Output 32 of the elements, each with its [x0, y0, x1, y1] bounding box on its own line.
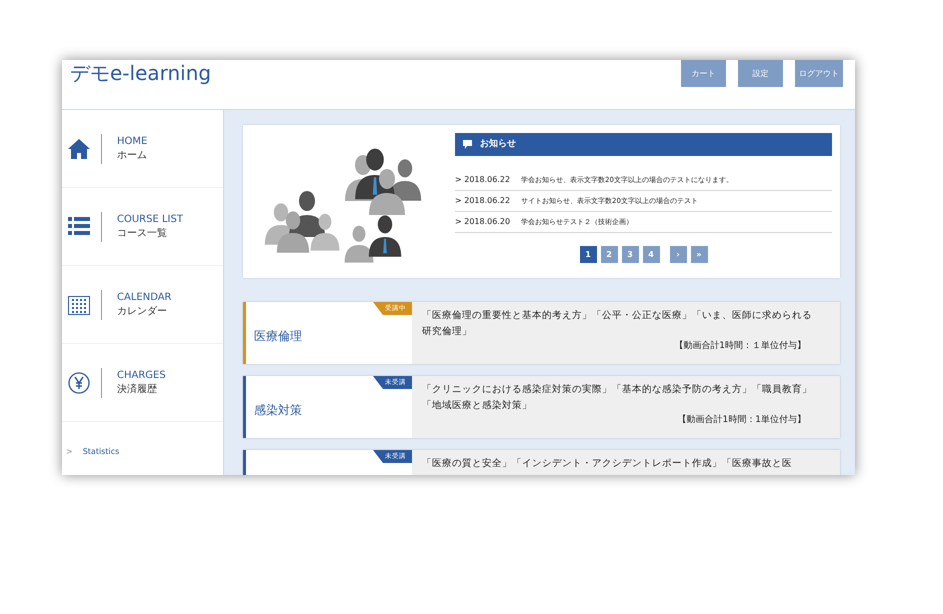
course-description: 「医療の質と安全」「インシデント・アクシデントレポート作成」「医療事故と医: [422, 457, 793, 471]
sidebar-item[interactable]: CHARGES 決済履歴: [62, 344, 223, 422]
nav-sublabel: ホーム: [117, 150, 148, 160]
notice-date: > 2018.06.20: [455, 216, 512, 228]
course-title: 医療倫理: [254, 328, 302, 345]
notice-title: お知らせ: [480, 138, 516, 151]
sidebar-item[interactable]: CALENDAR カレンダー: [62, 266, 223, 344]
nav-sublabel: カレンダー: [117, 306, 168, 316]
notice-date: > 2018.06.22: [455, 195, 512, 207]
nav-sublabel: 決済履歴: [117, 384, 158, 394]
sidebar-item[interactable]: HOME ホーム: [62, 110, 223, 188]
course-credit: 【動画合計1時間：１単位付与】: [674, 340, 806, 353]
speech-bubble-icon: [463, 140, 472, 149]
course-description: 「クリニックにおける感染症対策の実際」「基本的な感染予防の考え方」「職員教育」「地域医療と感染対策」: [422, 382, 813, 413]
chevron-icon: >: [66, 446, 73, 458]
nav-label: HOME: [117, 136, 148, 146]
notice-date: > 2018.06.22: [455, 174, 512, 186]
site-logo[interactable]: デモe-learning: [70, 63, 212, 83]
nav-label: COURSE LIST: [117, 214, 183, 224]
page-button[interactable]: 1: [580, 246, 596, 263]
course-credit: 【動画合計1時間：1単位付与】: [678, 414, 806, 427]
course-title: 感染対策: [254, 402, 302, 419]
list-icon: [68, 216, 90, 236]
sidebar-item[interactable]: COURSE LIST コース一覧: [62, 188, 223, 266]
statistics-link[interactable]: Statistics: [82, 446, 120, 458]
home-icon: [68, 138, 90, 158]
calendar-icon: [68, 294, 90, 314]
nav-sublabel: コース一覧: [117, 228, 168, 238]
yen-icon: [68, 372, 90, 394]
nav-label: CHARGES: [117, 370, 166, 380]
course-description: 「医療倫理の重要性と基本的考え方」「公平・公正な医療」「いま、医師に求められる研究倫理」: [422, 309, 813, 339]
nav-label: CALENDAR: [117, 292, 172, 302]
